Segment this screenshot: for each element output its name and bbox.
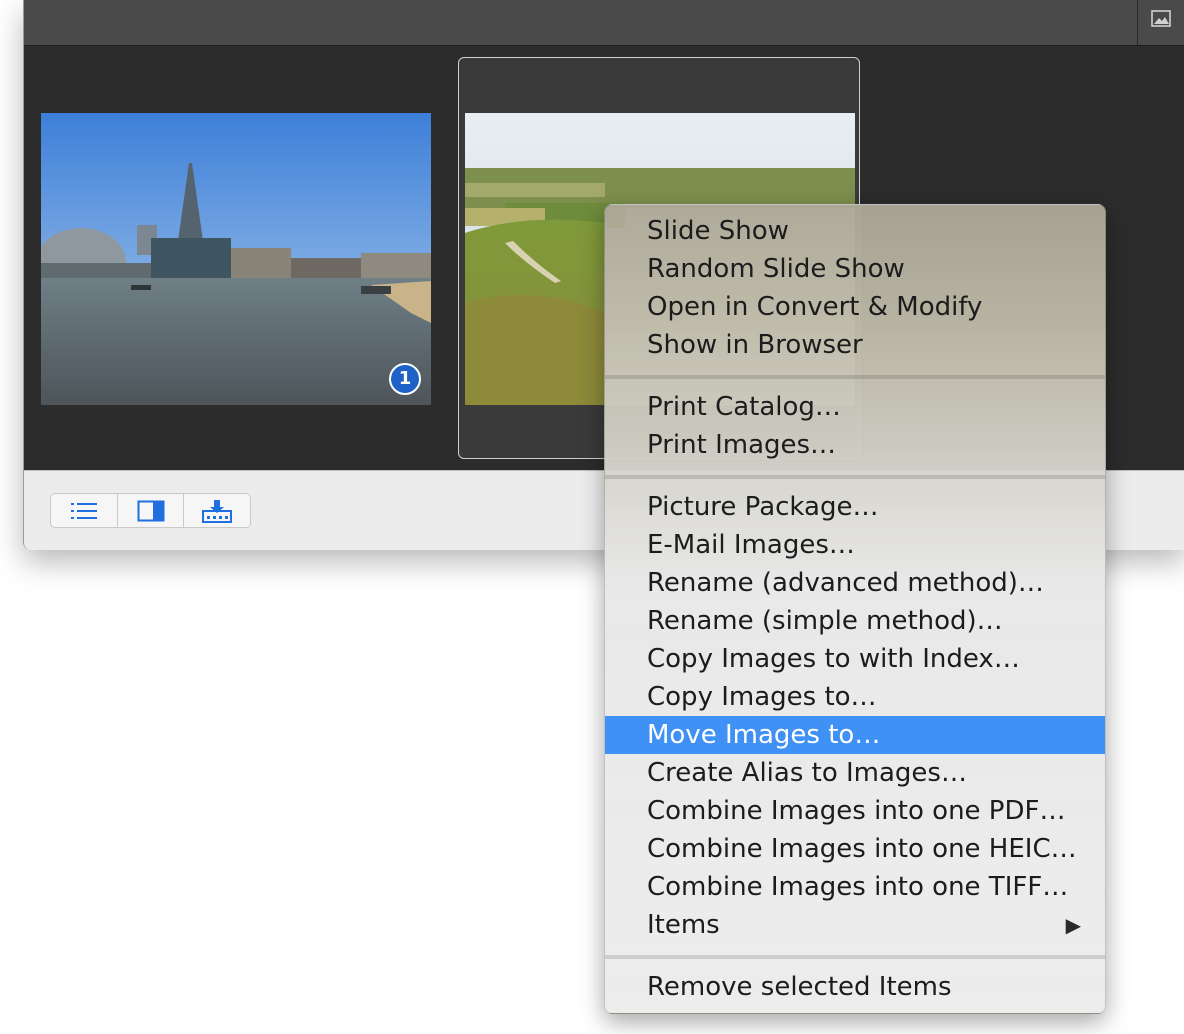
menu-item-combine-pdf[interactable]: Combine Images into one PDF…	[605, 792, 1105, 830]
menu-item-label: Combine Images into one PDF…	[647, 796, 1066, 826]
menu-item-copy-with-index[interactable]: Copy Images to with Index…	[605, 640, 1105, 678]
menu-item-print-images[interactable]: Print Images…	[605, 426, 1105, 464]
menu-item-rename-advanced[interactable]: Rename (advanced method)…	[605, 564, 1105, 602]
menu-item-move-images[interactable]: Move Images to…	[605, 716, 1105, 754]
menu-item-label: Copy Images to…	[647, 682, 877, 712]
menu-item-copy-images[interactable]: Copy Images to…	[605, 678, 1105, 716]
top-toolbar	[24, 0, 1184, 46]
menu-item-label: Move Images to…	[647, 720, 881, 750]
menu-separator	[605, 375, 1105, 379]
menu-item-label: Print Catalog…	[647, 392, 841, 422]
menu-item-label: Print Images…	[647, 430, 837, 460]
preview-pane-icon	[137, 500, 164, 521]
menu-item-show-in-browser[interactable]: Show in Browser	[605, 326, 1105, 364]
menu-item-combine-tiff[interactable]: Combine Images into one TIFF…	[605, 868, 1105, 906]
menu-item-label: Items	[647, 910, 720, 940]
london-photo	[41, 113, 431, 405]
menu-item-label: Rename (advanced method)…	[647, 568, 1044, 598]
import-tray-button[interactable]	[184, 494, 250, 527]
import-tray-icon	[202, 499, 233, 523]
menu-item-open-convert-modify[interactable]: Open in Convert & Modify	[605, 288, 1105, 326]
context-menu: Slide Show Random Slide Show Open in Con…	[604, 204, 1106, 1014]
list-view-icon	[70, 502, 97, 519]
submenu-arrow-icon: ▶	[1065, 913, 1081, 937]
menu-item-email-images[interactable]: E-Mail Images…	[605, 526, 1105, 564]
image-view-button[interactable]	[1137, 0, 1184, 45]
menu-item-rename-simple[interactable]: Rename (simple method)…	[605, 602, 1105, 640]
view-mode-segmented-control	[50, 493, 251, 528]
menu-item-random-slide-show[interactable]: Random Slide Show	[605, 250, 1105, 288]
menu-item-label: Picture Package…	[647, 492, 879, 522]
menu-item-remove-selected[interactable]: Remove selected Items	[605, 968, 1105, 1006]
menu-item-label: Create Alias to Images…	[647, 758, 967, 788]
menu-item-label: Random Slide Show	[647, 254, 905, 284]
menu-item-label: E-Mail Images…	[647, 530, 855, 560]
menu-item-picture-package[interactable]: Picture Package…	[605, 488, 1105, 526]
menu-separator	[605, 955, 1105, 959]
image-view-icon	[1151, 10, 1171, 27]
menu-item-label: Slide Show	[647, 216, 789, 246]
menu-item-label: Rename (simple method)…	[647, 606, 1003, 636]
menu-item-label: Combine Images into one TIFF…	[647, 872, 1069, 902]
list-view-button[interactable]	[51, 494, 118, 527]
menu-item-label: Open in Convert & Modify	[647, 292, 983, 322]
menu-item-label: Combine Images into one HEIC…	[647, 834, 1077, 864]
thumbnail-image[interactable]	[41, 113, 431, 405]
menu-item-label: Copy Images to with Index…	[647, 644, 1020, 674]
preview-pane-button[interactable]	[118, 494, 185, 527]
menu-item-combine-heic[interactable]: Combine Images into one HEIC…	[605, 830, 1105, 868]
menu-item-create-alias[interactable]: Create Alias to Images…	[605, 754, 1105, 792]
menu-item-label: Show in Browser	[647, 330, 863, 360]
menu-item-items-submenu[interactable]: Items ▶	[605, 906, 1105, 944]
count-badge: 1	[389, 363, 421, 395]
menu-item-slide-show[interactable]: Slide Show	[605, 212, 1105, 250]
menu-item-print-catalog[interactable]: Print Catalog…	[605, 388, 1105, 426]
menu-separator	[605, 475, 1105, 479]
thumbnail-cell[interactable]: 1	[32, 57, 432, 457]
menu-item-label: Remove selected Items	[647, 972, 952, 1002]
